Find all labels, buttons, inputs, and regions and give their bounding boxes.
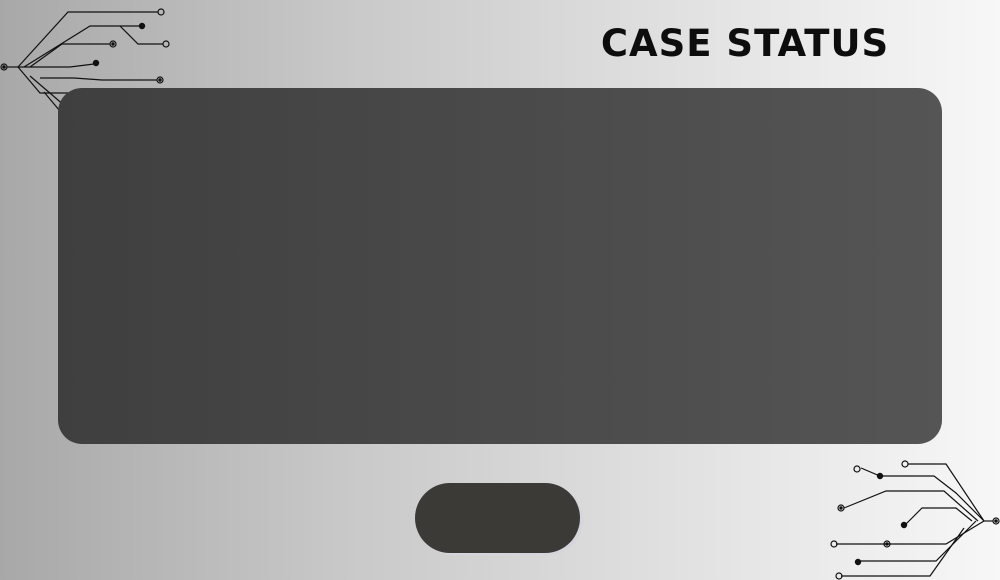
case-status-panel [58, 88, 942, 444]
page-title: CASE STATUS [600, 22, 890, 65]
circuit-lines-icon [830, 460, 1000, 580]
action-button[interactable] [415, 483, 580, 553]
